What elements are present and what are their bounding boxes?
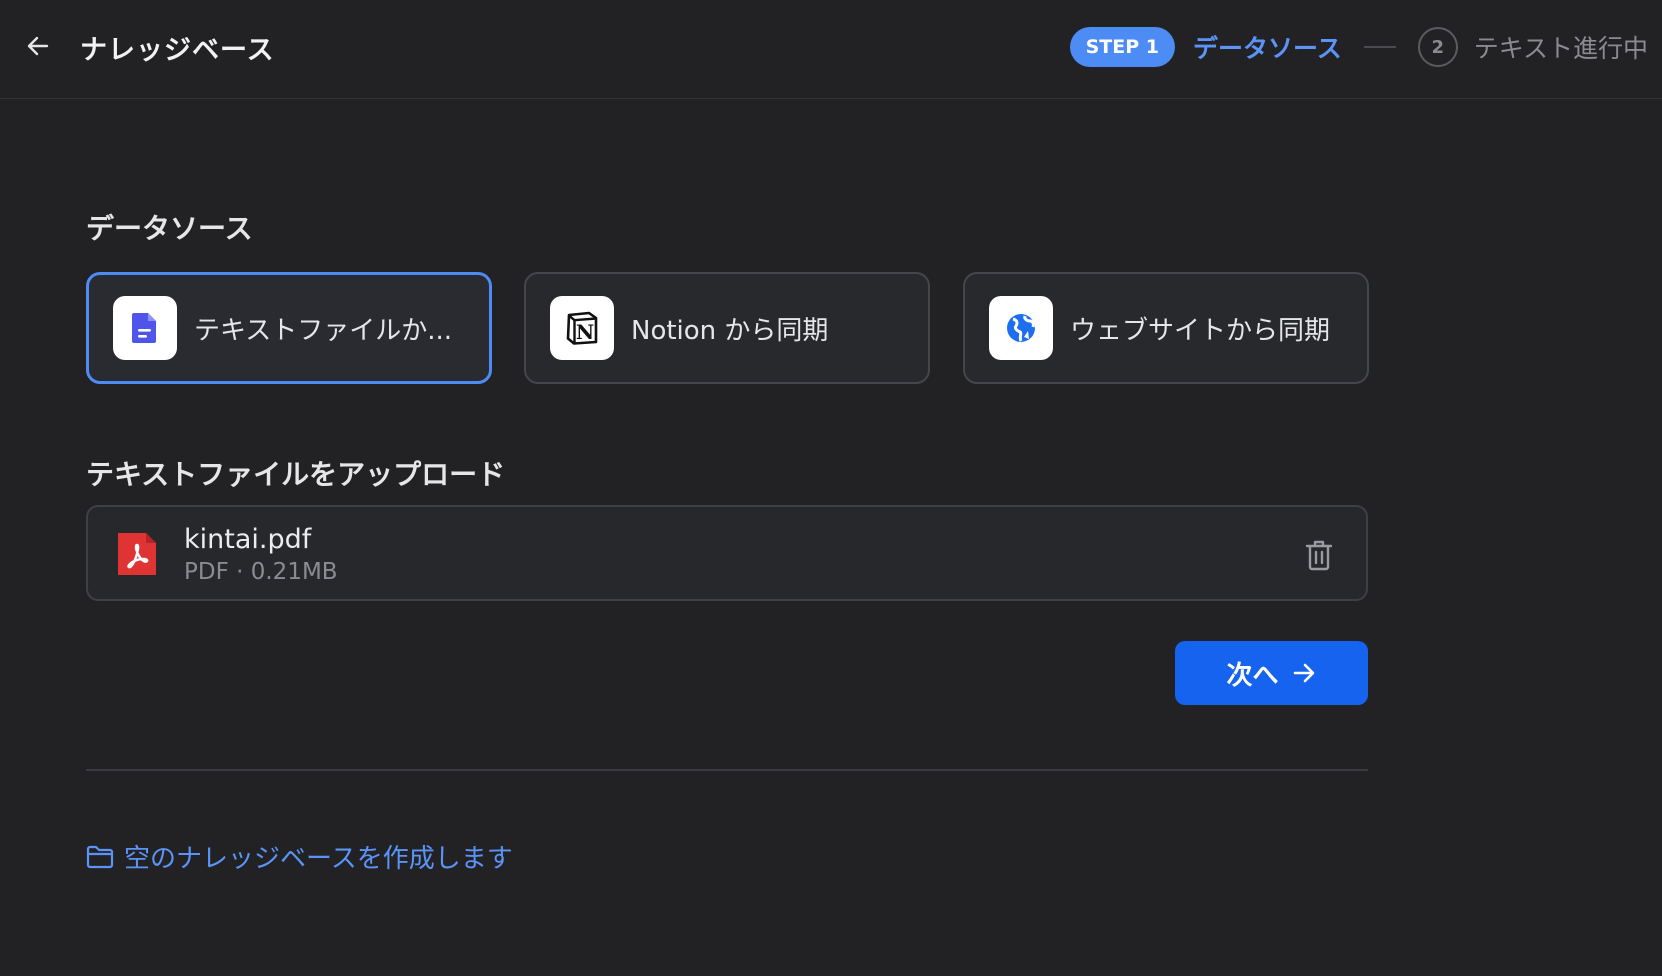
document-icon [132, 313, 156, 343]
next-button[interactable]: 次へ [1175, 641, 1368, 705]
file-meta: PDF · 0.21MB [184, 559, 338, 585]
arrow-right-icon [1291, 660, 1317, 686]
step-1-label: データソース [1192, 34, 1342, 63]
source-option-label: ウェブサイトから同期 [1070, 315, 1331, 346]
delete-file-button[interactable] [1304, 539, 1334, 571]
notion-icon: N [566, 311, 598, 345]
globe-icon [1007, 314, 1035, 342]
upload-section-title: テキストファイルをアップロード [86, 458, 506, 491]
step-separator [1363, 46, 1396, 48]
back-button[interactable] [24, 32, 52, 60]
section-divider [86, 769, 1368, 771]
step-1-badge: STEP 1 [1069, 27, 1175, 67]
create-empty-knowledge-base-link[interactable]: 空のナレッジベースを作成します [86, 838, 513, 875]
top-header: ナレッジベース STEP 1 データソース 2 テキスト進行中 [0, 0, 1662, 99]
step-indicator: STEP 1 データソース 2 テキスト進行中 [1069, 27, 1648, 67]
file-name: kintai.pdf [184, 524, 312, 555]
datasource-section-title: データソース [86, 212, 253, 245]
card-icon-container [989, 296, 1053, 360]
source-option-notion[interactable]: N Notion から同期 [524, 272, 930, 384]
card-icon-container [113, 296, 177, 360]
page-title: ナレッジベース [80, 35, 275, 66]
pdf-icon [118, 533, 156, 575]
source-option-label: Notion から同期 [631, 315, 829, 346]
svg-text:N: N [576, 320, 594, 344]
folder-icon [86, 845, 114, 869]
source-option-label: テキストファイルか... [194, 315, 453, 346]
next-button-label: 次へ [1226, 659, 1279, 690]
source-option-text-file[interactable]: テキストファイルか... [86, 272, 492, 384]
trash-icon [1305, 540, 1333, 571]
step-2-number: 2 [1417, 27, 1458, 67]
card-icon-container: N [550, 296, 614, 360]
uploaded-file-item: kintai.pdf PDF · 0.21MB [86, 505, 1368, 601]
source-option-website[interactable]: ウェブサイトから同期 [963, 272, 1369, 384]
step-2-label: テキスト進行中 [1473, 34, 1648, 63]
arrow-left-icon [27, 36, 49, 56]
create-empty-knowledge-base-label: 空のナレッジベースを作成します [124, 844, 513, 874]
